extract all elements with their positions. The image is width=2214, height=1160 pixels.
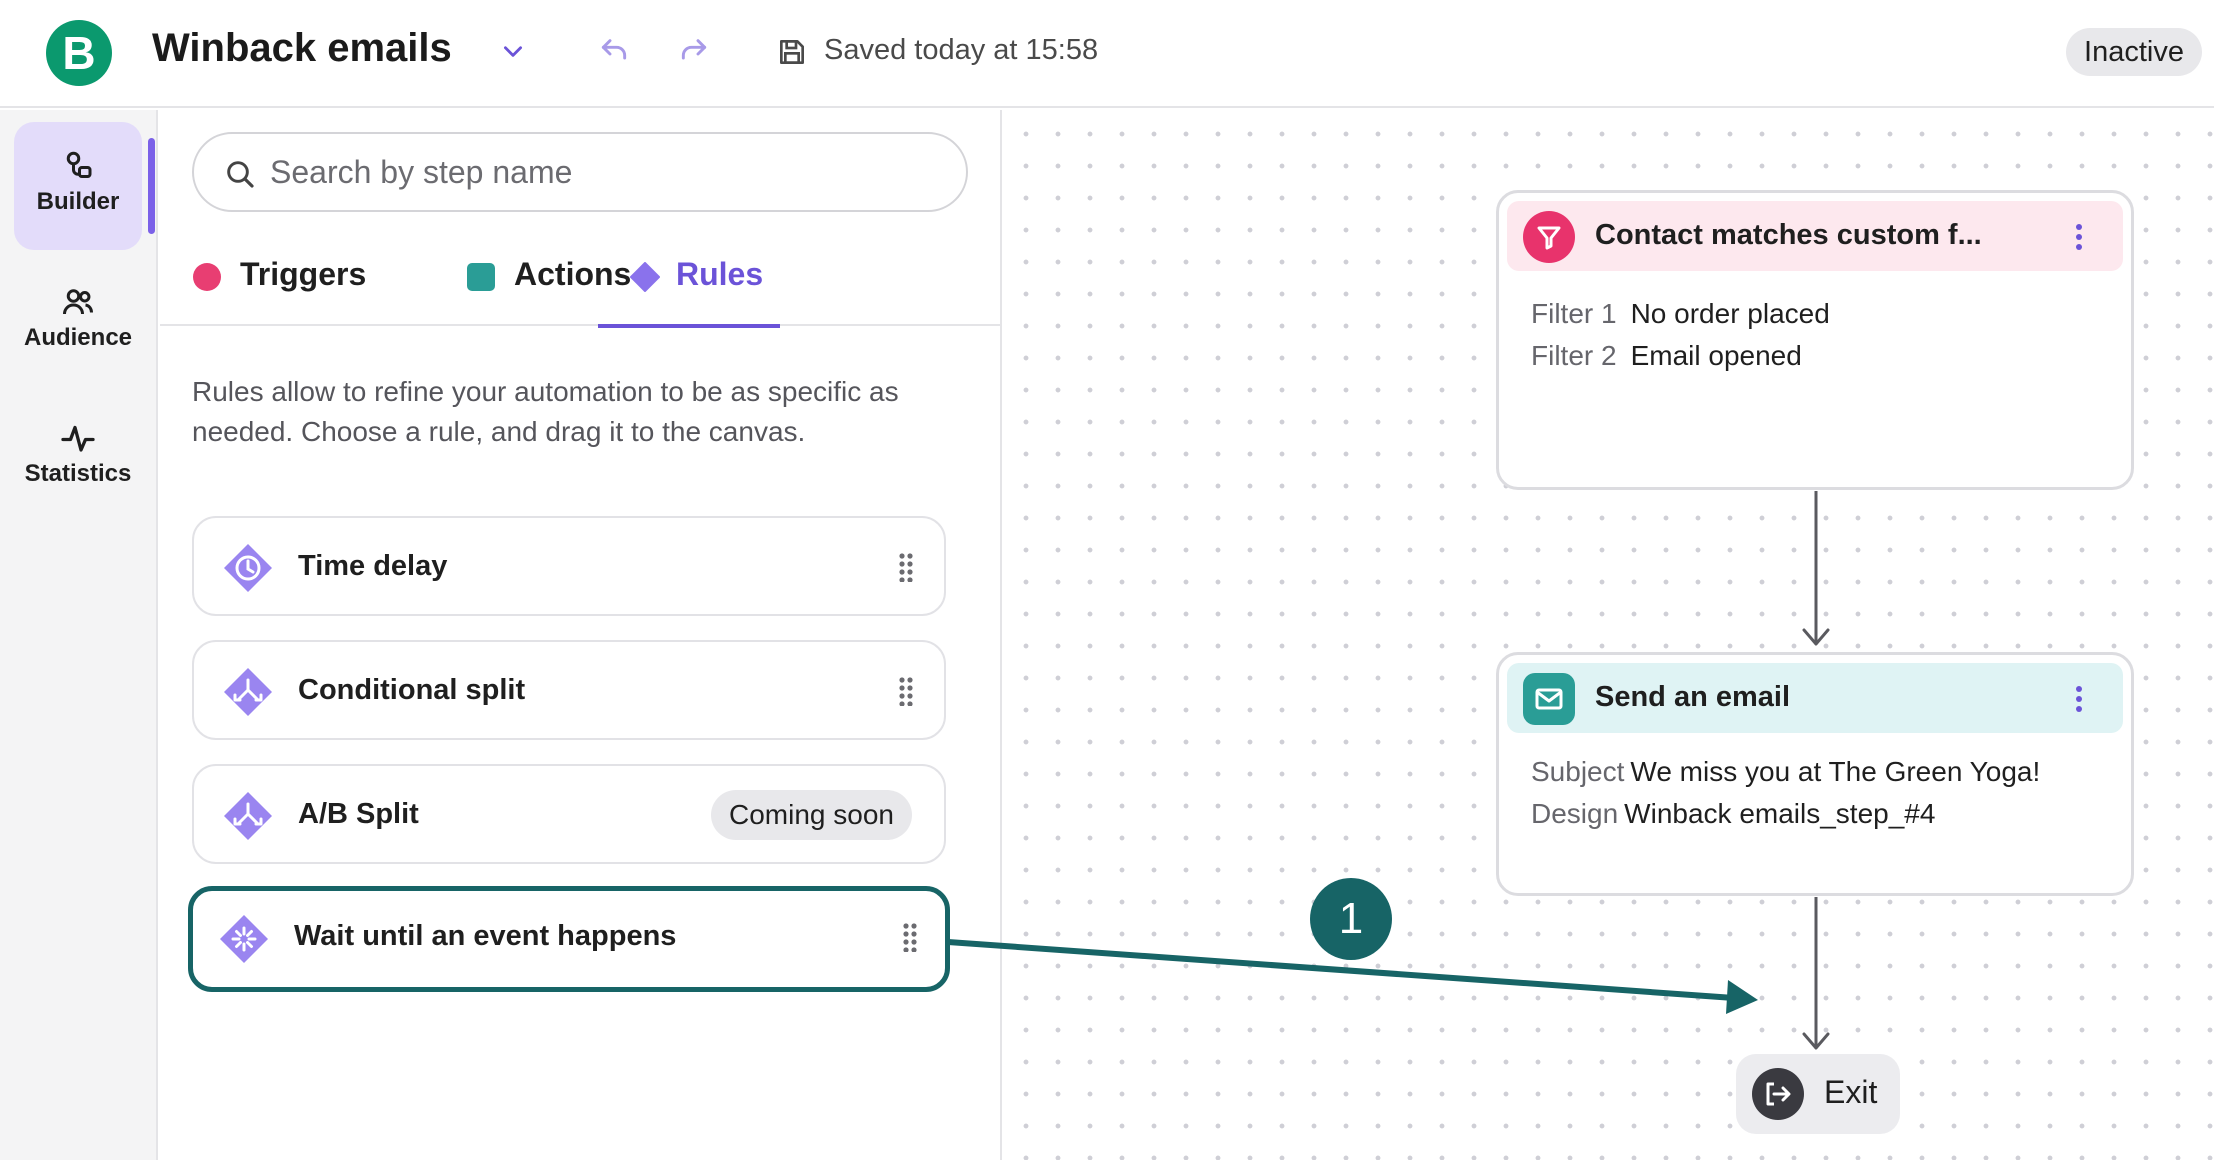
chevron-down-icon[interactable]: [500, 38, 526, 64]
saved-status: Saved today at 15:58: [824, 34, 1099, 66]
coming-soon-badge: Coming soon: [711, 790, 912, 840]
nav-item-builder[interactable]: Builder: [14, 122, 142, 250]
node-header: Send an email: [1507, 663, 2123, 733]
rules-description: Rules allow to refine your automation to…: [192, 376, 899, 447]
steps-panel: Triggers Actions Rules Rules allow to re…: [160, 110, 1002, 1160]
automation-title[interactable]: Winback emails: [152, 26, 452, 71]
nav-label: Audience: [23, 324, 133, 351]
tab-triggers[interactable]: Triggers: [192, 236, 366, 326]
actions-square-icon: [466, 262, 496, 292]
search-box[interactable]: [192, 132, 968, 212]
more-vertical-icon[interactable]: [2075, 223, 2083, 256]
search-input[interactable]: [270, 148, 930, 196]
node-send-email[interactable]: Send an email Subject We miss you at The …: [1496, 652, 2134, 896]
step-number-badge: 1: [1310, 878, 1392, 960]
node-row: Filter 1 No order placed: [1531, 298, 1830, 329]
drag-handle-icon[interactable]: [898, 676, 914, 711]
node-contact-filter[interactable]: Contact matches custom f... Filter 1 No o…: [1496, 190, 2134, 490]
tab-actions[interactable]: Actions: [466, 236, 631, 326]
status-badge[interactable]: Inactive: [2066, 28, 2202, 76]
drag-handle-icon[interactable]: [898, 552, 914, 587]
node-header: Contact matches custom f...: [1507, 201, 2123, 271]
clock-icon: [222, 542, 274, 594]
mail-icon: [1523, 673, 1575, 725]
undo-icon[interactable]: [598, 34, 630, 66]
more-vertical-icon[interactable]: [2075, 685, 2083, 718]
node-body: Subject We miss you at The Green Yoga! De…: [1531, 751, 2040, 835]
builder-icon: [60, 148, 96, 184]
event-icon: [218, 913, 270, 965]
node-row: Design Winback emails_step_#4: [1531, 798, 1936, 829]
workflow-canvas[interactable]: Contact matches custom f... Filter 1 No o…: [1002, 110, 2214, 1160]
nav-item-statistics[interactable]: Statistics: [14, 394, 142, 522]
nav-item-audience[interactable]: Audience: [14, 258, 142, 386]
exit-node[interactable]: Exit: [1736, 1054, 1900, 1134]
rule-wait-until-event[interactable]: Wait until an event happens: [188, 886, 950, 992]
split-icon: [222, 666, 274, 718]
active-tab-underline: [598, 324, 780, 328]
filter-icon: [1523, 211, 1575, 263]
rule-time-delay[interactable]: Time delay: [192, 516, 946, 616]
node-title: Send an email: [1595, 681, 1791, 713]
triggers-dot-icon: [192, 262, 222, 292]
left-navigation: Builder Audience Statistics: [0, 110, 158, 1160]
exit-icon: [1752, 1068, 1804, 1120]
redo-icon[interactable]: [678, 34, 710, 66]
node-body: Filter 1 No order placed Filter 2 Email op…: [1531, 293, 1830, 377]
top-bar: B Winback emails Saved today at 15:58 In…: [0, 0, 2214, 108]
drag-handle-icon[interactable]: [902, 922, 918, 957]
search-icon: [224, 158, 256, 195]
rule-conditional-split[interactable]: Conditional split: [192, 640, 946, 740]
node-row: Subject We miss you at The Green Yoga!: [1531, 756, 2041, 787]
node-title: Contact matches custom f...: [1595, 219, 1982, 251]
audience-icon: [60, 284, 96, 320]
ab-split-icon: [222, 790, 274, 842]
statistics-icon: [60, 420, 96, 456]
rules-diamond-icon: [630, 262, 660, 292]
active-nav-indicator: [148, 138, 155, 234]
nav-label: Statistics: [24, 460, 132, 487]
step-type-tabs: Triggers Actions Rules: [160, 236, 1002, 328]
rule-ab-split[interactable]: A/B Split Coming soon: [192, 764, 946, 864]
brevo-logo[interactable]: B: [46, 20, 112, 86]
nav-label: Builder: [36, 188, 120, 215]
save-icon: [776, 36, 808, 68]
tab-rules[interactable]: Rules: [598, 236, 780, 328]
node-row: Filter 2 Email opened: [1531, 340, 1802, 371]
exit-label: Exit: [1824, 1074, 1878, 1110]
